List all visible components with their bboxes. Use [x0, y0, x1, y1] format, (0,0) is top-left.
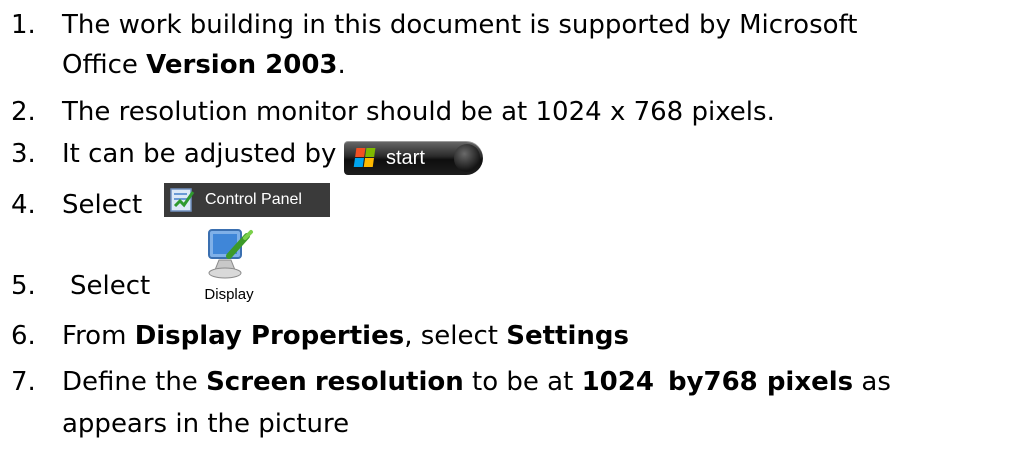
item-number: 1. [11, 10, 36, 40]
windows-logo-icon [353, 148, 377, 168]
start-button[interactable]: start [344, 141, 483, 175]
list-item-3: 3. It can be adjusted by click start [0, 138, 1027, 178]
item-text: The resolution monitor should be at 1024… [62, 97, 775, 127]
instructions-document: 1. The work building in this document is… [0, 0, 1027, 471]
width-value: 1024 [581, 367, 654, 397]
item-text: appears in the picture [62, 409, 350, 439]
version-label: Version 2003 [146, 50, 338, 80]
list-item-5: 5. Select Display [0, 226, 1027, 306]
control-panel-label: Control Panel [205, 191, 302, 208]
display-shortcut[interactable]: Display [197, 226, 261, 306]
display-icon [208, 229, 253, 279]
punctuation: . [337, 50, 346, 80]
item-number: 2. [11, 97, 36, 127]
item-text: Select [70, 271, 151, 301]
height-value: by768 pixels [667, 367, 854, 397]
screen-label: Screen [206, 367, 307, 397]
item-number: 5. [11, 271, 36, 301]
control-panel-button[interactable]: Control Panel [164, 183, 330, 217]
item-text: , select [404, 321, 507, 351]
settings-label: Settings [506, 321, 629, 351]
display-properties-label: Display Properties [134, 321, 405, 351]
list-item-4: 4. Select Control Panel [0, 183, 1027, 223]
item-number: 6. [11, 321, 36, 351]
control-panel-icon [170, 188, 195, 212]
item-text: to be at [463, 367, 582, 397]
resolution-label: resolution [314, 367, 464, 397]
item-text: The work building in this document is su… [62, 10, 858, 40]
item-number: 4. [11, 190, 36, 220]
item-text: as [853, 367, 891, 397]
start-button-cap [454, 144, 480, 172]
item-number: 3. [11, 139, 36, 169]
start-button-label: start [386, 147, 425, 169]
item-text: Office [62, 50, 147, 80]
item-text: Define the [62, 367, 207, 397]
item-text: From [62, 321, 135, 351]
display-icon-label: Display [204, 286, 254, 303]
item-number: 7. [11, 367, 36, 397]
item-text: Select [62, 190, 143, 220]
